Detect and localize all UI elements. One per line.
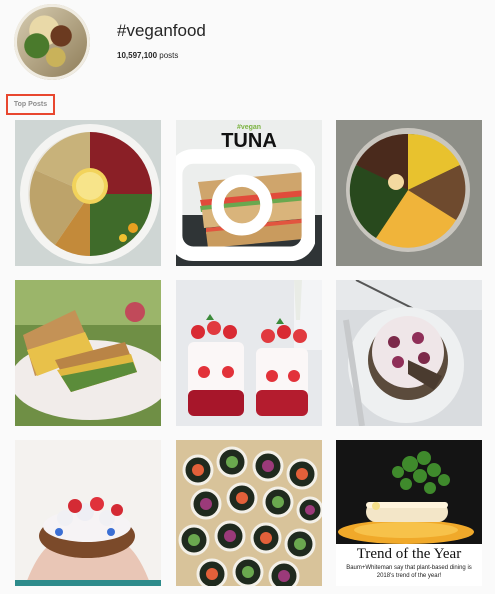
post-image-grilled-sandwich [15,280,161,426]
post-tile-plated-dish[interactable]: Trend of the Year Baum+Whiteman say that… [336,440,482,586]
post-headline: Trend of the Year [356,546,462,562]
hashtag-avatar[interactable] [14,4,90,80]
post-image-salad-bowl [336,120,482,266]
posts-grid: #vegan TUNA SANDWICHES made with jackfru… [15,120,485,594]
post-count-suffix: posts [157,51,179,60]
post-tile-strawberry-parfait[interactable] [176,280,322,426]
post-tile-grilled-sandwich[interactable] [15,280,161,426]
post-count: 10,597,100 posts [117,51,178,60]
post-image-grain-bowl [15,120,161,266]
post-tile-coconut-bowl[interactable] [15,440,161,586]
post-image-fig-cake [336,280,482,426]
video-icon [176,149,315,262]
post-image-sushi-rolls [176,440,322,586]
post-image-strawberry-parfait [176,280,322,426]
hashtag-header: #veganfood 10,597,100 posts [0,0,495,92]
post-caption: Baum+Whiteman say that plant-based dinin… [346,565,472,579]
post-tile-tuna-sandwich[interactable]: #vegan TUNA SANDWICHES made with jackfru… [176,120,322,266]
hashtag-title: #veganfood [117,21,206,40]
top-posts-label: Top Posts [6,94,55,115]
post-tile-sushi-rolls[interactable] [176,440,322,586]
post-count-number: 10,597,100 [117,51,158,60]
post-image-coconut-bowl [15,440,161,586]
post-tile-fig-cake[interactable] [336,280,482,426]
post-tile-salad-bowl[interactable] [336,120,482,266]
post-tile-grain-bowl[interactable] [15,120,161,266]
